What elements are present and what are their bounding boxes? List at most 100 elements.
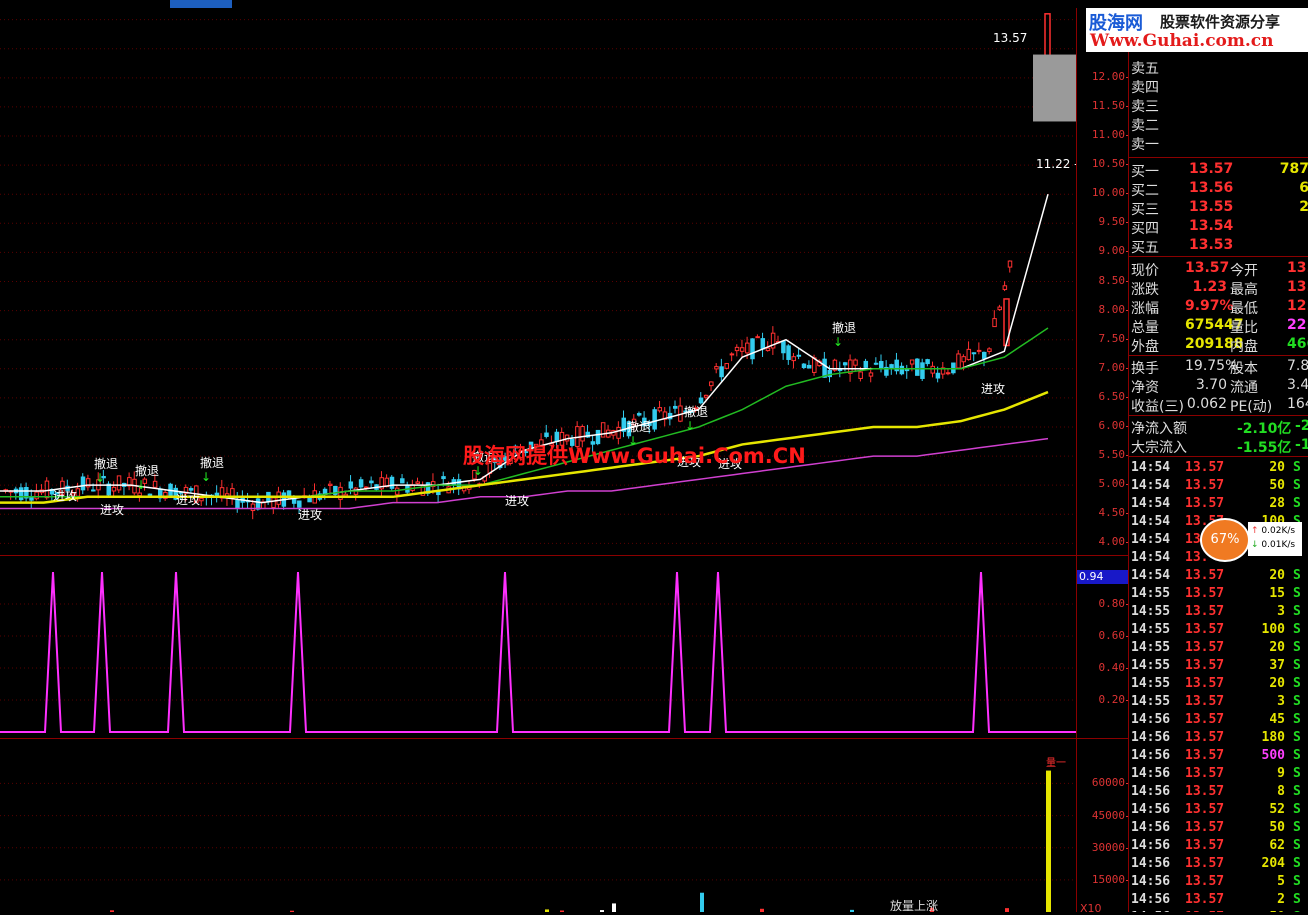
price-tick: 6.00: [1098, 418, 1129, 432]
arrow-up-icon: ↑: [1251, 526, 1259, 536]
candle: [755, 336, 760, 339]
trade-side: S: [1293, 496, 1301, 511]
candle: [34, 491, 39, 500]
trade-price: 13.57: [1185, 874, 1225, 889]
candle: [1007, 260, 1013, 268]
candle: [358, 479, 364, 488]
trade-time: 14:56: [1131, 874, 1171, 889]
trade-volume: 20: [1269, 568, 1285, 583]
quote-value-2: 4662: [1287, 336, 1308, 352]
trade-row: 14:55 13.57 20 S: [1129, 676, 1308, 694]
trade-volume: 5: [1277, 874, 1285, 889]
trade-side: S: [1293, 730, 1301, 745]
quote-value: 13.57: [1185, 260, 1230, 276]
trade-row: 14:54 13.57 28 S: [1129, 496, 1308, 514]
trade-price: 13.57: [1185, 820, 1225, 835]
arrow-down-icon: ↓: [201, 470, 211, 484]
buy-level-row: 买二 13.56 6: [1129, 180, 1308, 199]
candle: [966, 348, 972, 361]
network-speed-widget[interactable]: 67% ↑ 0.02K/s ↓ 0.01K/s: [1200, 518, 1308, 562]
trade-volume: 50: [1269, 820, 1285, 835]
candle: [271, 497, 276, 508]
trade-price: 13.57: [1185, 892, 1225, 907]
trade-price: 13.57: [1185, 640, 1225, 655]
arrow-down-icon: ↓: [685, 419, 695, 433]
trade-volume: 20: [1269, 676, 1285, 691]
candle: [250, 503, 256, 512]
quote-row: 涨幅 9.97%最低 12.: [1129, 298, 1308, 317]
trade-side: S: [1293, 856, 1301, 871]
quote-label-2: PE(动): [1230, 399, 1273, 415]
top-strip: [0, 0, 1308, 8]
watermark: 股海网提供Www.Guhai.Com.CN: [463, 444, 806, 468]
sell-level-row: 卖三: [1129, 96, 1308, 115]
candle: [863, 360, 869, 368]
trade-volume: 45: [1269, 712, 1285, 727]
price-tick: 7.50: [1098, 331, 1129, 345]
main-chart[interactable]: 进攻进攻进攻进攻进攻进攻 进攻进攻撤退↓ 撤退↓撤退↓撤退↓撤退↓撤退↓撤退↓13.…: [0, 8, 1076, 555]
candle: [709, 381, 714, 387]
retreat-signal: 撤退: [135, 463, 159, 478]
attack-signal: 进攻: [176, 493, 200, 507]
separator: [1129, 256, 1308, 257]
candle: [235, 500, 240, 509]
trade-price: 13.57: [1185, 586, 1225, 601]
trade-price: 13.57: [1185, 712, 1225, 727]
quote-label-2: 量比: [1230, 320, 1258, 336]
quote-value-2: 164: [1287, 396, 1308, 412]
trade-row: 14:55 13.57 20 S: [1129, 640, 1308, 658]
active-tab-marker[interactable]: [170, 0, 232, 8]
candle: [343, 493, 348, 497]
candle: [745, 342, 750, 354]
separator: [1129, 157, 1308, 158]
trade-side: S: [1293, 802, 1301, 817]
quote-label: 涨跌: [1131, 282, 1159, 298]
trade-row: 14:55 13.57 15 S: [1129, 586, 1308, 604]
volume-unit: X10: [1080, 902, 1102, 915]
retreat-signal: 撤退: [684, 404, 708, 419]
trade-price: 13.57: [1185, 478, 1225, 493]
trade-time: 14:55: [1131, 676, 1171, 691]
volume-profile-block: [1033, 54, 1076, 122]
candle: [600, 422, 606, 438]
price-tick: 4.00: [1098, 535, 1129, 549]
logo-url: Www.Guhai.com.cn: [1090, 31, 1274, 51]
candle: [188, 488, 194, 491]
trade-side: S: [1293, 586, 1301, 601]
candle: [616, 426, 621, 439]
flow-row: 净流入额 -2.10亿-2: [1129, 418, 1308, 437]
trade-volume: 28: [1269, 496, 1285, 511]
candle: [636, 413, 642, 416]
quote-label-2: 最低: [1230, 301, 1258, 317]
quote-label-2: 今开: [1230, 263, 1258, 279]
quote-value: 0.062: [1186, 396, 1227, 412]
candle: [997, 306, 1002, 311]
attack-signal: 进攻: [100, 503, 124, 517]
buy-level-row: 买三 13.55 2: [1129, 199, 1308, 218]
sell-level-label: 卖五: [1131, 61, 1159, 77]
volume-axis: 60000 45000 30000 15000: [1076, 739, 1130, 912]
trade-time: 14:56: [1131, 748, 1171, 763]
trade-price: 13.57: [1185, 604, 1225, 619]
speed-percent: 67%: [1200, 518, 1250, 562]
candle: [786, 345, 791, 360]
trade-side: S: [1293, 568, 1301, 583]
candle: [868, 372, 874, 377]
quote-panel: 卖五卖四卖三卖二卖一买一13.57787买二13.566买三13.552买四13…: [1128, 52, 1308, 912]
trade-price: 13.57: [1185, 460, 1225, 475]
indicator-chart[interactable]: [0, 555, 1076, 737]
candle: [889, 364, 894, 369]
buy-level-row: 买五 13.53: [1129, 237, 1308, 256]
trade-time: 14:55: [1131, 586, 1171, 601]
attack-signal: 进攻: [505, 494, 529, 508]
trade-time: 14:56: [1131, 838, 1171, 853]
candle: [369, 480, 374, 484]
trade-time: 14:56: [1131, 712, 1171, 727]
trade-side: S: [1293, 640, 1301, 655]
indicator-tick: 0.80: [1098, 597, 1129, 610]
price-tick: 9.00: [1098, 244, 1129, 258]
quote-label: 外盘: [1131, 339, 1159, 355]
trade-row: 14:55 13.57 3 S: [1129, 604, 1308, 622]
indicator-value: 0.94: [1077, 570, 1129, 584]
volume-chart[interactable]: 量一 放量上涨: [0, 738, 1076, 912]
